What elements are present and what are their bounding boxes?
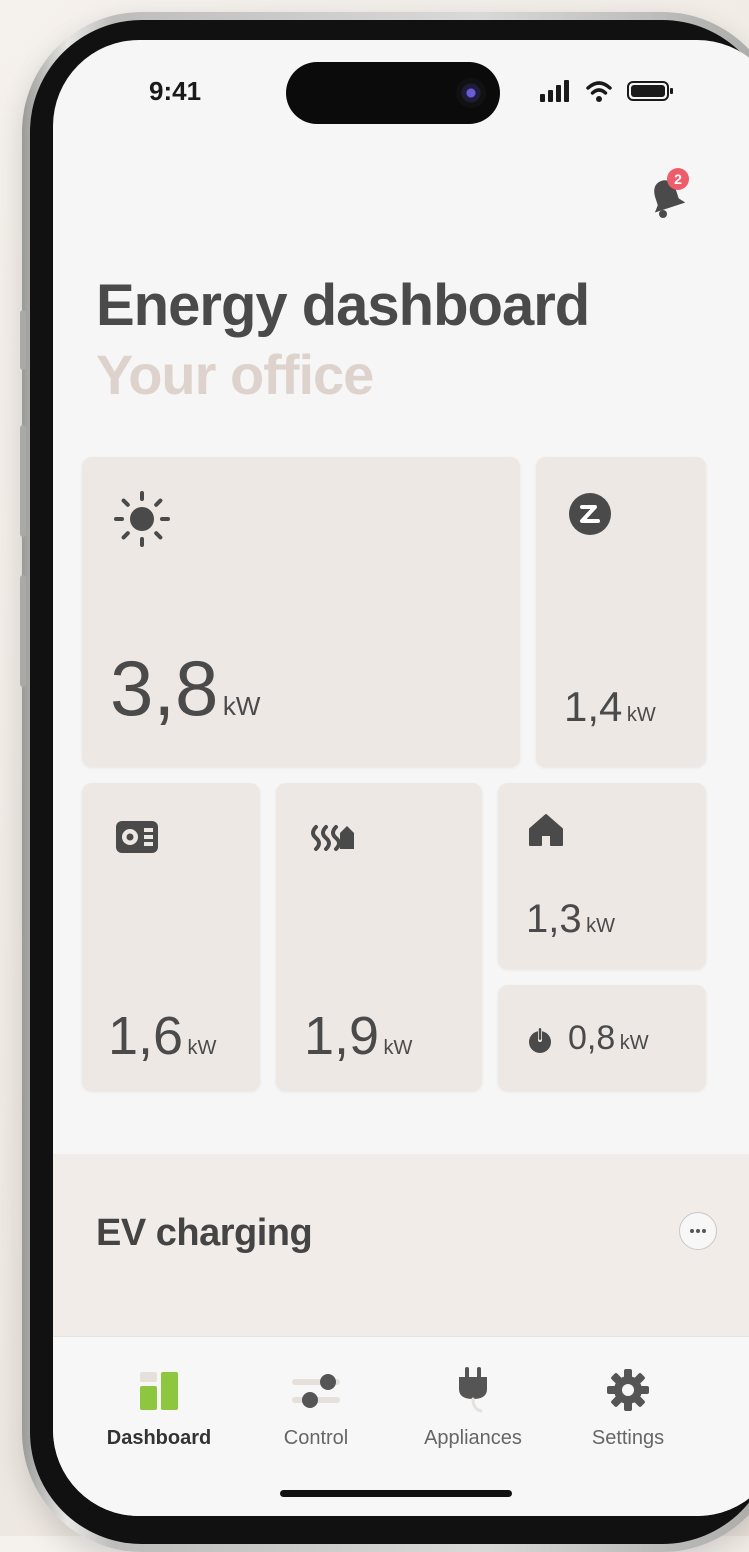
house-unit: kW (586, 915, 615, 937)
plug-icon (459, 1367, 487, 1413)
heat-pump-icon (311, 825, 354, 851)
silent-switch (20, 310, 26, 370)
volume-down-button (20, 575, 26, 687)
camera-icon (456, 78, 486, 108)
notification-badge: 2 (667, 168, 689, 190)
battery-status-icon (627, 81, 673, 101)
page-subtitle: Your office (96, 343, 374, 406)
grid-unit: kW (626, 704, 656, 726)
heat-value: 1,9 (304, 1006, 380, 1066)
house-icon (529, 814, 563, 846)
page-title: Energy dashboard (96, 273, 590, 338)
sun-icon (114, 491, 170, 547)
app-screen: 9:41 2 Energy dashboard Your office 3,8 … (53, 40, 749, 1516)
tab-label: Settings (591, 1427, 665, 1449)
grid-tile[interactable]: 1,4 kW (536, 457, 706, 767)
more-dot (690, 1229, 694, 1233)
tab-label: Appliances (424, 1427, 522, 1449)
signal-icon (540, 80, 569, 102)
more-options-button[interactable] (679, 1212, 717, 1250)
power-icon (529, 1028, 551, 1053)
battery-unit: kW (187, 1037, 217, 1059)
solar-value: 3,8 (110, 644, 219, 732)
grid-exchange-icon (569, 493, 611, 535)
grid-value: 1,4 (564, 683, 623, 730)
status-time: 9:41 (149, 76, 202, 106)
heat-unit: kW (383, 1037, 413, 1059)
wifi-icon (586, 81, 612, 102)
more-dot (696, 1229, 700, 1233)
status-bar: 9:41 (53, 40, 749, 140)
standby-tile[interactable]: 0,8 kW (498, 985, 706, 1091)
battery-value: 1,6 (108, 1006, 184, 1066)
battery-tile[interactable]: 1,6 kW (82, 783, 260, 1091)
tab-label: Dashboard (106, 1427, 212, 1449)
more-dot (702, 1229, 706, 1233)
status-icons (540, 80, 673, 102)
sliders-icon (292, 1374, 340, 1408)
standby-value: 0,8 (568, 1019, 616, 1057)
home-indicator[interactable] (280, 1490, 512, 1497)
ev-charging-title: EV charging (96, 1212, 313, 1254)
dynamic-island (286, 62, 500, 124)
battery-icon (116, 821, 158, 853)
standby-unit: kW (619, 1032, 649, 1054)
house-tile[interactable]: 1,3 kW (498, 783, 706, 969)
volume-up-button (20, 425, 26, 537)
solar-tile[interactable]: 3,8 kW (82, 457, 520, 767)
house-value: 1,3 (526, 897, 582, 941)
gear-icon (607, 1369, 649, 1411)
tab-label: Control (283, 1427, 349, 1449)
tab-bar: Dashboard Control Appliances Settings (53, 1336, 749, 1516)
notification-button[interactable]: 2 (649, 168, 689, 218)
heat-tile[interactable]: 1,9 kW (276, 783, 482, 1091)
solar-unit: kW (222, 691, 261, 721)
dashboard-icon (140, 1372, 178, 1410)
